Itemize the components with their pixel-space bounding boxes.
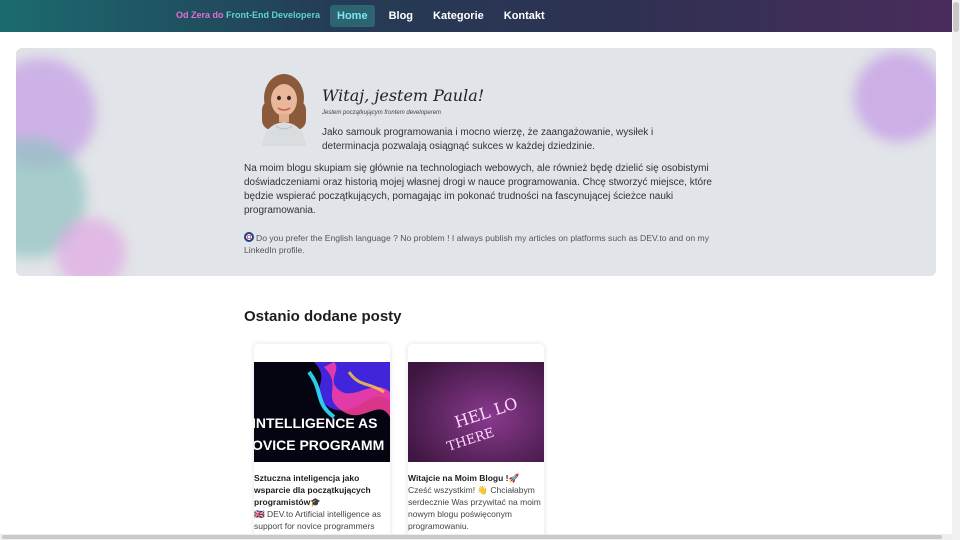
post-card-ai[interactable]: INTELLIGENCE AS OVICE PROGRAMM Sztuczna … — [254, 344, 390, 540]
nav-link-blog[interactable]: Blog — [383, 5, 419, 27]
hero-paragraph: Na moim blogu skupiam się głównie na tec… — [244, 163, 712, 216]
author-avatar — [262, 74, 306, 146]
post-title-welcome[interactable]: Witajcie na Moim Blogu !🚀 — [408, 472, 542, 484]
brand-text-part1: Od Zera do — [176, 10, 227, 20]
post-card-welcome[interactable]: HEL LO THERE Witajcie na Moim Blogu !🚀 C… — [408, 344, 544, 540]
nav-links: Home Blog Kategorie Kontakt — [330, 5, 559, 27]
post-excerpt-welcome: Cześć wszystkim! 👋 Chciałabym serdecznie… — [408, 485, 541, 531]
hero-title: Witaj, jestem Paula! — [322, 86, 485, 105]
decorative-blob-purple-right — [854, 52, 936, 142]
site-brand-link[interactable]: Od Zera do Front-End Developera — [176, 10, 320, 20]
post-title-ai[interactable]: Sztuczna inteligencja jako wsparcie dla … — [254, 472, 388, 508]
post-excerpt-ai: 🇬🇧 DEV.to Artificial intelligence as sup… — [254, 509, 381, 531]
uk-flag-icon — [244, 232, 254, 242]
post-thumbnail-welcome[interactable]: HEL LO THERE — [408, 362, 544, 462]
decorative-blob-pink-left — [56, 218, 126, 276]
post-thumbnail-ai[interactable]: INTELLIGENCE AS OVICE PROGRAMM — [254, 362, 390, 462]
thumbnail-text-line1: INTELLIGENCE AS — [254, 415, 378, 431]
vertical-scrollbar[interactable] — [952, 0, 960, 540]
english-note-text: Do you prefer the English language ? No … — [244, 233, 709, 255]
nav-link-kontakt[interactable]: Kontakt — [498, 5, 551, 27]
vertical-scrollbar-thumb[interactable] — [953, 2, 959, 32]
horizontal-scrollbar-thumb[interactable] — [2, 535, 942, 539]
recent-posts-heading: Ostanio dodane posty — [244, 308, 402, 325]
hero-quote: Jako samouk programowania i mocno wierzę… — [322, 127, 654, 152]
english-note: Do you prefer the English language ? No … — [244, 232, 714, 256]
nav-link-home[interactable]: Home — [330, 5, 375, 27]
nav-link-kategorie[interactable]: Kategorie — [427, 5, 490, 27]
brand-text-part2: Front-End Developera — [226, 10, 321, 20]
hero-subtitle: Jestem początkującym frontem developerem — [322, 110, 442, 116]
post-thumbnail-welcome-graphic: HEL LO THERE — [408, 362, 544, 462]
post-thumbnail-ai-graphic: INTELLIGENCE AS OVICE PROGRAMM — [254, 362, 390, 462]
top-navbar: Od Zera do Front-End Developera Home Blo… — [0, 0, 952, 32]
horizontal-scrollbar[interactable] — [0, 534, 952, 540]
thumbnail-text-line2: OVICE PROGRAMM — [254, 437, 384, 453]
